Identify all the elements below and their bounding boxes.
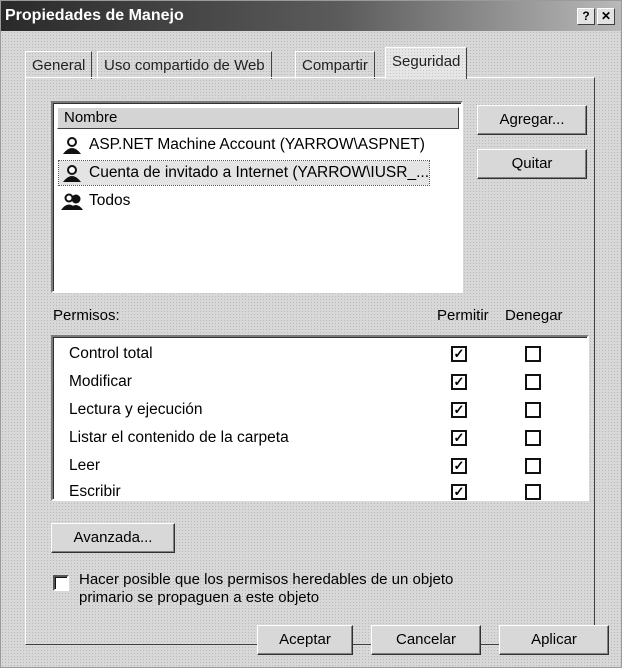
ok-button[interactable]: Aceptar xyxy=(257,625,353,655)
advanced-button[interactable]: Avanzada... xyxy=(51,523,175,553)
permission-name: Modificar xyxy=(69,373,132,390)
allow-checkbox[interactable]: ✓ xyxy=(451,458,467,474)
permission-name: Escribir xyxy=(69,483,121,500)
group-icon xyxy=(61,193,83,210)
deny-checkbox[interactable] xyxy=(525,374,541,390)
window-title: Propiedades de Manejo xyxy=(5,7,184,24)
deny-checkbox[interactable] xyxy=(525,346,541,362)
allow-checkbox[interactable]: ✓ xyxy=(451,430,467,446)
tab-web-sharing[interactable]: Uso compartido de Web xyxy=(97,51,272,79)
permission-row: Lectura y ejecución xyxy=(69,401,203,427)
deny-checkbox[interactable] xyxy=(525,402,541,418)
allow-column-header: Permitir xyxy=(437,307,489,324)
user-list-item[interactable]: ASP.NET Machine Account (YARROW\ASPNET) xyxy=(59,133,425,157)
permission-name: Leer xyxy=(69,457,101,474)
properties-dialog: Propiedades de Manejo ? ✕ General Uso co… xyxy=(0,0,622,668)
deny-checkbox[interactable] xyxy=(525,430,541,446)
cancel-button[interactable]: Cancelar xyxy=(371,625,481,655)
allow-checkbox[interactable]: ✓ xyxy=(451,402,467,418)
user-list-item[interactable]: Cuenta de invitado a Internet (YARROW\IU… xyxy=(57,160,431,186)
apply-button[interactable]: Aplicar xyxy=(499,625,609,655)
remove-button[interactable]: Quitar xyxy=(477,149,587,179)
user-name: Todos xyxy=(89,192,131,209)
allow-checkbox[interactable]: ✓ xyxy=(451,484,467,500)
inherit-permissions-label-line1: Hacer posible que los permisos heredable… xyxy=(79,571,454,588)
permission-name: Lectura y ejecución xyxy=(69,401,203,418)
user-icon xyxy=(63,137,81,154)
user-name: ASP.NET Machine Account (YARROW\ASPNET) xyxy=(89,136,425,153)
title-bar: Propiedades de Manejo ? ✕ xyxy=(1,1,621,31)
permissions-label: Permisos: xyxy=(53,307,120,324)
permission-row: Control total xyxy=(69,345,153,371)
allow-checkbox[interactable]: ✓ xyxy=(451,346,467,362)
user-list-item[interactable]: Todos xyxy=(59,189,130,213)
tab-security[interactable]: Seguridad xyxy=(385,47,468,79)
permission-row: Escribir xyxy=(69,483,121,509)
permission-row: Modificar xyxy=(69,373,132,399)
help-button[interactable]: ? xyxy=(577,8,595,25)
permission-row: Leer xyxy=(69,457,100,483)
inherit-permissions-label-line2: primario se propaguen a este objeto xyxy=(79,589,320,606)
inherit-permissions-checkbox[interactable] xyxy=(53,575,69,591)
user-name: Cuenta de invitado a Internet (YARROW\IU… xyxy=(89,164,430,181)
user-list[interactable]: Nombre ASP.NET Machine Account (YARROW\A… xyxy=(51,101,463,293)
deny-column-header: Denegar xyxy=(505,307,563,324)
deny-checkbox[interactable] xyxy=(525,484,541,500)
name-column-header[interactable]: Nombre xyxy=(57,107,459,129)
add-button[interactable]: Agregar... xyxy=(477,105,587,135)
permission-name: Control total xyxy=(69,345,153,362)
permissions-list: Control total Modificar Lectura y ejecuc… xyxy=(51,335,589,501)
tab-sharing[interactable]: Compartir xyxy=(295,51,375,79)
close-button[interactable]: ✕ xyxy=(597,8,615,25)
user-icon xyxy=(63,165,81,182)
permission-name: Listar el contenido de la carpeta xyxy=(69,429,289,446)
allow-checkbox[interactable]: ✓ xyxy=(451,374,467,390)
tab-general[interactable]: General xyxy=(25,51,93,79)
permission-row: Listar el contenido de la carpeta xyxy=(69,429,289,455)
deny-checkbox[interactable] xyxy=(525,458,541,474)
